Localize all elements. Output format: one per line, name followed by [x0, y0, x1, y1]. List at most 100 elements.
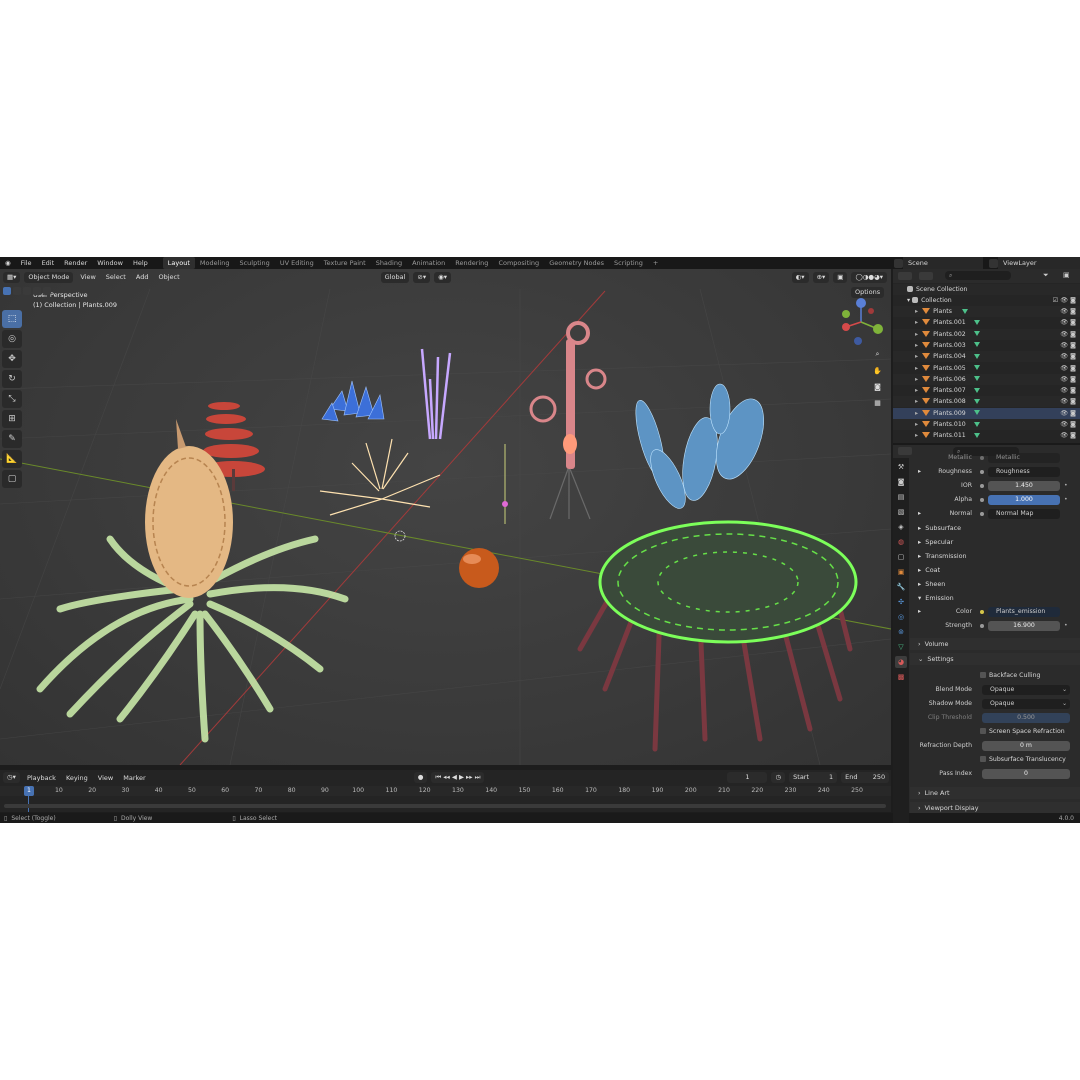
modifier-tab-icon[interactable]: 🔧: [895, 581, 907, 593]
menu-object[interactable]: Object: [155, 273, 182, 281]
annotate-icon[interactable]: ✎: [2, 430, 22, 448]
tab-sculpting[interactable]: Sculpting: [234, 257, 274, 269]
outliner-item[interactable]: ▸ Plants.005 👁 ◙: [893, 363, 1080, 374]
clip-threshold-field[interactable]: 0.500: [982, 713, 1070, 723]
normal-field[interactable]: Normal Map: [988, 509, 1060, 519]
data-tab-icon[interactable]: ▽: [895, 641, 907, 653]
keyframe-dot-icon[interactable]: •: [1064, 620, 1068, 632]
view-layer-field[interactable]: ViewLayer: [998, 257, 1080, 269]
roughness-field[interactable]: Roughness: [988, 467, 1060, 477]
expand-arrow-icon[interactable]: ▸: [915, 365, 918, 372]
scene-icon[interactable]: [894, 258, 903, 268]
backface-culling-row[interactable]: Backface Culling: [910, 670, 1080, 682]
view-layer-tab-icon[interactable]: ▧: [895, 506, 907, 518]
collection-row[interactable]: ▾ Collection ☑ 👁 ◙: [893, 295, 1080, 306]
visibility-icons[interactable]: 👁 ◙: [1060, 306, 1076, 317]
expand-arrow-icon[interactable]: ▸: [915, 342, 918, 349]
volume-panel[interactable]: › Volume: [910, 638, 1080, 650]
viewport-display-panel[interactable]: › Viewport Display: [910, 802, 1080, 813]
scene-tab-icon[interactable]: ◈: [895, 521, 907, 533]
socket-icon[interactable]: [980, 610, 984, 614]
pan-hand-icon[interactable]: ✋: [871, 364, 884, 377]
display-mode-icon[interactable]: [919, 272, 933, 280]
shadow-mode-dropdown[interactable]: Opaque: [982, 699, 1070, 709]
3d-viewport[interactable]: ▦▾ Object Mode View Select Add Object Gl…: [0, 269, 891, 765]
line-art-panel[interactable]: › Line Art: [910, 787, 1080, 799]
strength-field[interactable]: 16.900: [988, 621, 1060, 631]
emission-panel[interactable]: ▾ Emission: [910, 592, 1080, 604]
tab-scripting[interactable]: Scripting: [609, 257, 648, 269]
scale-icon[interactable]: ⤡: [2, 390, 22, 408]
select-subtract-icon[interactable]: [23, 287, 31, 295]
collection-visibility-icons[interactable]: ☑ 👁 ◙: [1053, 295, 1076, 306]
menu-edit[interactable]: Edit: [37, 257, 60, 269]
visibility-icons[interactable]: 👁 ◙: [1060, 340, 1076, 351]
outliner-item[interactable]: ▸ Plants.007 👁 ◙: [893, 385, 1080, 396]
visibility-icons[interactable]: 👁 ◙: [1060, 363, 1076, 374]
select-box-icon[interactable]: ⬚: [2, 310, 22, 328]
expand-arrow-icon[interactable]: ▸: [915, 432, 918, 439]
visibility-icons[interactable]: 👁 ◙: [1060, 430, 1076, 441]
transmission-panel[interactable]: ▸ Transmission: [910, 550, 1080, 562]
keyframe-dot-icon[interactable]: •: [1064, 480, 1068, 492]
measure-icon[interactable]: 📐: [2, 450, 22, 468]
expand-arrow-icon[interactable]: ▸: [915, 308, 918, 315]
backface-culling-checkbox[interactable]: [980, 672, 986, 678]
menu-file[interactable]: File: [16, 257, 37, 269]
specular-panel[interactable]: ▸ Specular: [910, 536, 1080, 548]
zoom-icon[interactable]: ⌕: [871, 348, 884, 361]
timeline-scrollbar[interactable]: [4, 804, 886, 808]
menu-marker[interactable]: Marker: [120, 774, 148, 782]
frame-ruler[interactable]: 1102030405060708090100110120130140150160…: [0, 786, 891, 796]
particles-tab-icon[interactable]: ✣: [895, 596, 907, 608]
outliner-search-input[interactable]: ⌕: [945, 271, 1011, 280]
outliner-item[interactable]: ▸ Plants.008 👁 ◙: [893, 396, 1080, 408]
end-frame-field[interactable]: End 250: [841, 772, 890, 783]
visibility-icons[interactable]: 👁 ◙: [1060, 351, 1076, 362]
tab-geometry-nodes[interactable]: Geometry Nodes: [544, 257, 609, 269]
keyframe-dot-icon[interactable]: •: [1064, 494, 1068, 506]
snap-icon[interactable]: ⊘▾: [413, 271, 431, 283]
coat-panel[interactable]: ▸ Coat: [910, 564, 1080, 576]
alpha-field[interactable]: 1.000: [988, 495, 1060, 505]
menu-add[interactable]: Add: [133, 273, 152, 281]
object-tab-icon[interactable]: ▣: [895, 566, 907, 578]
expand-arrow-icon[interactable]: ▸: [915, 387, 918, 394]
socket-icon[interactable]: [980, 484, 984, 488]
visibility-icons[interactable]: 👁 ◙: [1060, 408, 1076, 419]
screen-space-refraction-checkbox[interactable]: [980, 728, 986, 734]
socket-icon[interactable]: [980, 624, 984, 628]
subsurface-translucency-checkbox[interactable]: [980, 756, 986, 762]
menu-window[interactable]: Window: [92, 257, 128, 269]
collection-tab-icon[interactable]: ▢: [895, 551, 907, 563]
shading-modes-icon[interactable]: ◯◑●◕▾: [851, 271, 887, 283]
physics-tab-icon[interactable]: ◎: [895, 611, 907, 623]
outliner-item[interactable]: ▸ Plants.011 👁 ◙: [893, 430, 1080, 441]
outliner-editor-icon[interactable]: [898, 272, 912, 280]
blender-logo-icon[interactable]: ◉: [0, 257, 16, 269]
menu-select[interactable]: Select: [103, 273, 129, 281]
outliner-item[interactable]: ▸ Plants.006 👁 ◙: [893, 373, 1080, 385]
select-new-icon[interactable]: [3, 287, 11, 295]
menu-timeline-view[interactable]: View: [95, 774, 116, 782]
tab-shading[interactable]: Shading: [371, 257, 407, 269]
transform-orientation-dropdown[interactable]: Global: [380, 271, 410, 283]
outliner-item[interactable]: ▸ Plants 👁 ◙: [893, 306, 1080, 317]
ortho-grid-icon[interactable]: ▦: [871, 396, 884, 409]
rotate-icon[interactable]: ↻: [2, 370, 22, 388]
menu-render[interactable]: Render: [59, 257, 92, 269]
socket-icon[interactable]: [980, 456, 984, 460]
outliner-item[interactable]: ▸ Plants.010 👁 ◙: [893, 419, 1080, 430]
xray-icon[interactable]: ▣: [833, 271, 848, 283]
filter-icon[interactable]: ⏷: [1043, 271, 1049, 280]
outliner-item[interactable]: ▸ Plants.009 👁 ◙: [893, 407, 1080, 419]
socket-icon[interactable]: [980, 512, 984, 516]
menu-keying[interactable]: Keying: [63, 774, 91, 782]
tab-uv-editing[interactable]: UV Editing: [275, 257, 319, 269]
output-tab-icon[interactable]: ▤: [895, 491, 907, 503]
expand-arrow-icon[interactable]: ▸: [915, 376, 918, 383]
tab-rendering[interactable]: Rendering: [450, 257, 493, 269]
visibility-icons[interactable]: 👁 ◙: [1060, 396, 1076, 407]
new-collection-icon[interactable]: ▣: [1063, 271, 1070, 279]
clock-icon[interactable]: ◷: [771, 772, 786, 783]
